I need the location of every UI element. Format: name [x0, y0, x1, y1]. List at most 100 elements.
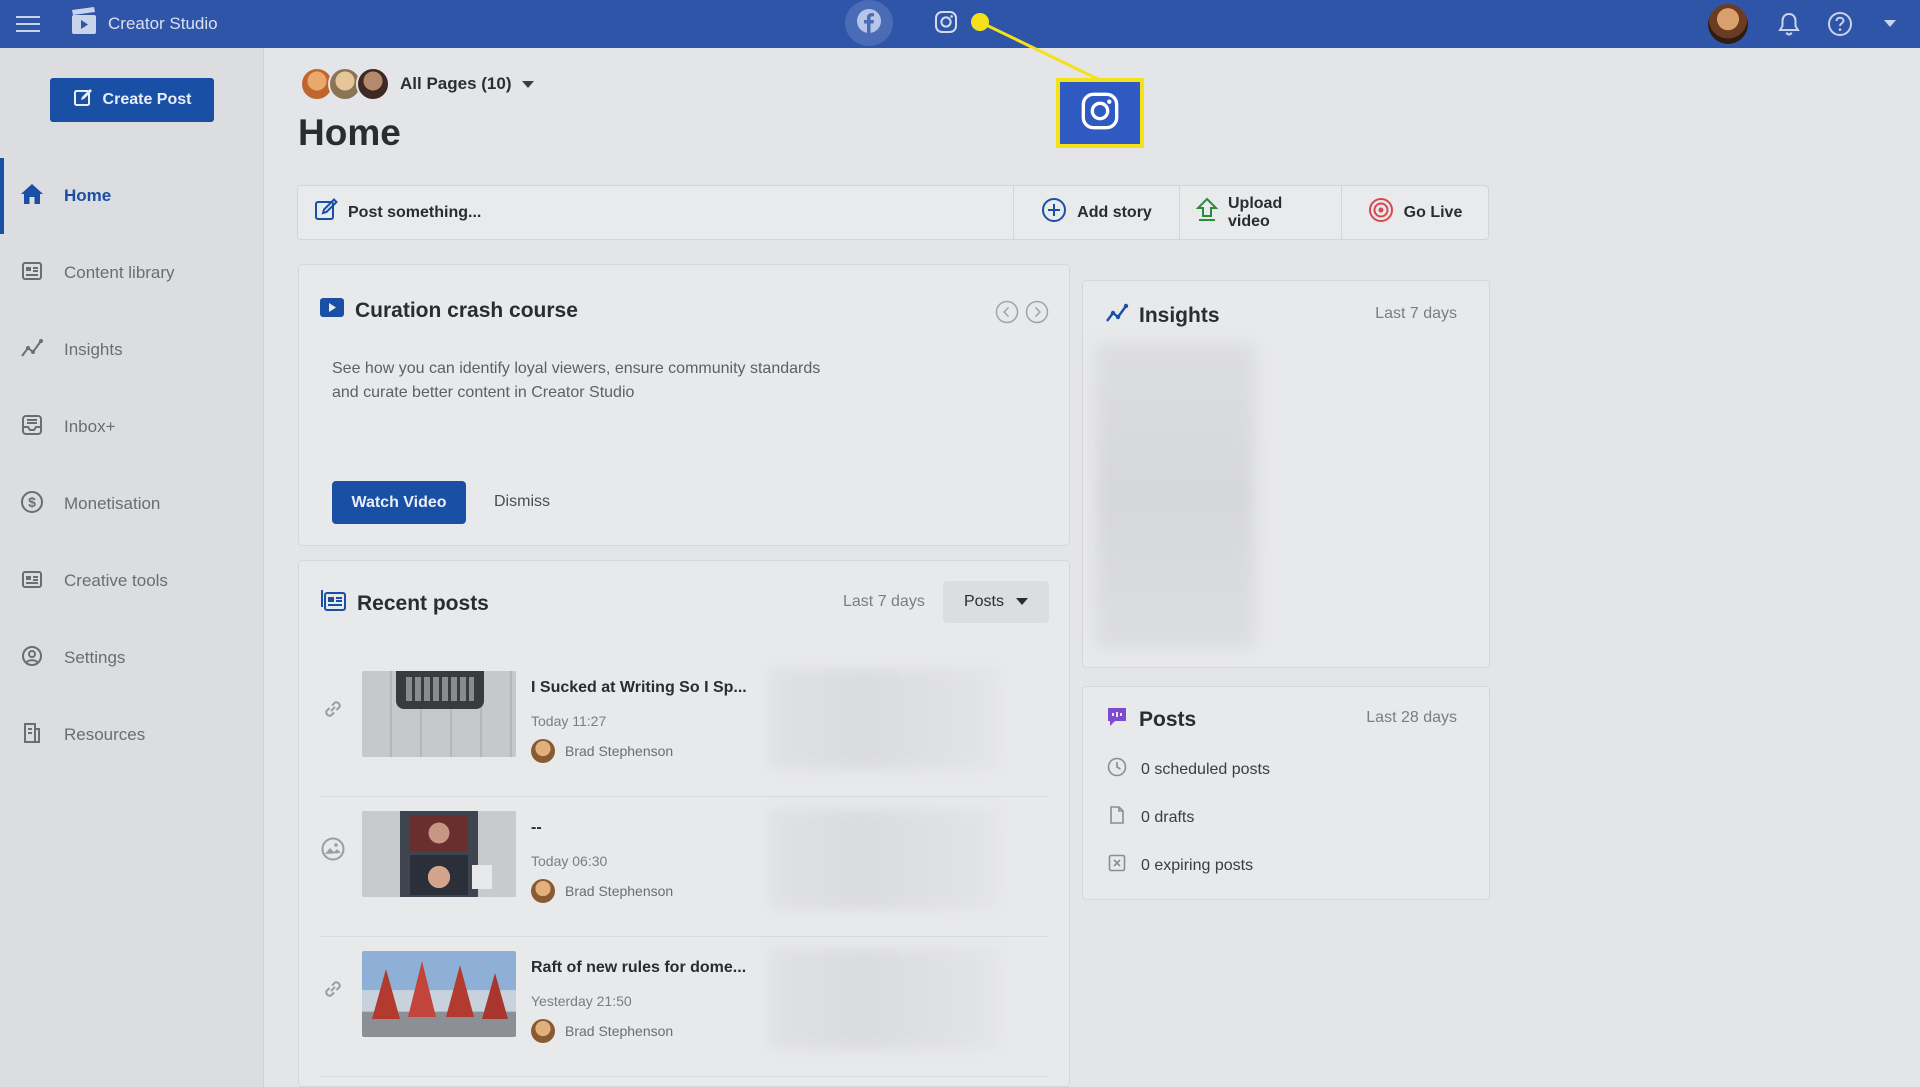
sidebar-item-creative-tools[interactable]: Creative tools	[0, 543, 263, 619]
scheduled-posts-text: 0 scheduled posts	[1141, 760, 1270, 778]
sidebar-item-home[interactable]: Home	[0, 158, 263, 234]
expiring-posts-text: 0 expiring posts	[1141, 856, 1254, 874]
posts-summary-title: Posts	[1105, 705, 1196, 735]
post-title[interactable]: --	[531, 819, 542, 837]
posts-summary-range: Last 28 days	[1366, 709, 1457, 726]
go-live-label: Go Live	[1403, 203, 1463, 221]
table-row[interactable]: -- Today 06:30 Brad Stephenson	[319, 797, 1049, 937]
post-title[interactable]: I Sucked at Writing So I Sp...	[531, 679, 747, 697]
settings-icon	[20, 644, 44, 673]
scheduled-posts-row[interactable]: 0 scheduled posts	[1107, 757, 1270, 782]
posts-summary-card: Posts Last 28 days 0 scheduled posts 0 d…	[1082, 686, 1490, 900]
plus-circle-icon	[1041, 197, 1067, 228]
play-icon	[319, 297, 345, 325]
page-avatars	[300, 67, 390, 101]
link-icon	[319, 975, 347, 1003]
curation-card: Curation crash course See how you can id…	[298, 264, 1070, 546]
inbox-icon	[20, 413, 44, 442]
watch-video-button[interactable]: Watch Video	[332, 481, 466, 524]
dismiss-button[interactable]: Dismiss	[494, 493, 550, 511]
insights-icon	[1105, 301, 1129, 331]
post-author-name: Brad Stephenson	[565, 1023, 674, 1039]
avatar	[531, 879, 555, 903]
curation-line-2: and curate better content in Creator Stu…	[332, 384, 635, 401]
sidebar-item-settings[interactable]: Settings	[0, 620, 263, 696]
chat-icon	[1105, 705, 1129, 735]
posts-filter-label: Posts	[963, 593, 1004, 610]
library-icon	[20, 259, 44, 288]
document-icon	[1107, 805, 1127, 830]
drafts-row[interactable]: 0 drafts	[1107, 805, 1194, 830]
add-story-button[interactable]: Add story	[1014, 186, 1180, 239]
post-title[interactable]: Raft of new rules for dome...	[531, 959, 746, 977]
curation-description: See how you can identify loyal viewers, …	[332, 357, 820, 405]
post-stats-blurred	[769, 949, 999, 1049]
upload-video-label: Upload video	[1228, 194, 1283, 230]
post-something-button[interactable]: Post something...	[298, 186, 1014, 239]
post-something-label: Post something...	[348, 203, 482, 221]
curation-title: Curation crash course	[319, 297, 578, 325]
image-icon	[319, 835, 347, 863]
insights-chart-blurred	[1095, 343, 1255, 649]
sidebar-item-monetisation[interactable]: $ Monetisation	[0, 466, 263, 542]
sidebar-item-label: Resources	[64, 725, 146, 744]
pages-selector[interactable]: All Pages (10)	[300, 66, 534, 102]
add-story-label: Add story	[1077, 203, 1152, 221]
drafts-text: 0 drafts	[1141, 808, 1195, 826]
clock-icon	[1107, 757, 1127, 782]
insights-icon	[20, 336, 44, 365]
recent-posts-title: Recent posts	[321, 589, 489, 619]
insights-card: Insights Last 7 days	[1082, 280, 1490, 668]
instagram-icon	[1080, 91, 1120, 136]
curation-title-text: Curation crash course	[355, 299, 578, 322]
post-stats-blurred	[769, 669, 999, 769]
posts-list-icon	[321, 589, 347, 619]
table-row[interactable]: I Sucked at Writing So I Sp... Today 11:…	[319, 657, 1049, 797]
instagram-highlight	[1056, 78, 1144, 148]
edit-icon	[73, 88, 93, 113]
recent-posts-card: Recent posts Last 7 days Posts I Sucked …	[298, 560, 1070, 1087]
post-stats-blurred	[769, 809, 999, 909]
pages-selector-label: All Pages (10)	[400, 74, 512, 93]
page-title: Home	[298, 112, 401, 153]
link-icon	[319, 695, 347, 723]
sidebar-item-label: Creative tools	[64, 571, 168, 590]
create-post-button[interactable]: Create Post	[50, 78, 214, 122]
sidebar-item-resources[interactable]: Resources	[0, 697, 263, 773]
post-thumbnail	[362, 671, 516, 757]
avatar	[531, 1019, 555, 1043]
live-icon	[1368, 197, 1394, 228]
next-icon[interactable]	[1025, 300, 1049, 324]
post-time: Yesterday 21:50	[531, 993, 632, 1009]
resources-icon	[20, 721, 44, 750]
post-thumbnail	[362, 951, 516, 1037]
sidebar-item-label: Monetisation	[64, 494, 161, 513]
svg-text:$: $	[28, 494, 36, 510]
insights-range: Last 7 days	[1375, 305, 1457, 322]
posts-summary-title-text: Posts	[1139, 708, 1197, 731]
expiring-posts-row[interactable]: 0 expiring posts	[1107, 853, 1253, 878]
sidebar-item-label: Settings	[64, 648, 126, 667]
creative-icon	[20, 567, 44, 596]
sidebar-item-label: Content library	[64, 263, 175, 282]
post-thumbnail	[362, 811, 516, 897]
go-live-button[interactable]: Go Live	[1342, 186, 1488, 239]
table-row[interactable]: Raft of new rules for dome... Yesterday …	[319, 937, 1049, 1077]
edit-icon	[314, 198, 338, 227]
avatar	[531, 739, 555, 763]
sidebar-item-inbox[interactable]: Inbox+	[0, 389, 263, 465]
recent-posts-range: Last 7 days	[843, 593, 925, 610]
post-time: Today 11:27	[531, 713, 607, 729]
caret-down-icon	[521, 74, 534, 94]
avatar	[356, 67, 390, 101]
posts-filter-dropdown[interactable]: Posts	[943, 581, 1049, 623]
annotation-line	[979, 20, 1101, 82]
post-author: Brad Stephenson	[531, 879, 673, 903]
sidebar-item-insights[interactable]: Insights	[0, 312, 263, 388]
home-icon	[20, 182, 44, 211]
create-post-label: Create Post	[102, 91, 192, 108]
sidebar-item-content-library[interactable]: Content library	[0, 235, 263, 311]
previous-icon[interactable]	[995, 300, 1019, 324]
upload-video-button[interactable]: Upload video	[1180, 186, 1342, 239]
caret-down-icon	[1016, 593, 1028, 611]
